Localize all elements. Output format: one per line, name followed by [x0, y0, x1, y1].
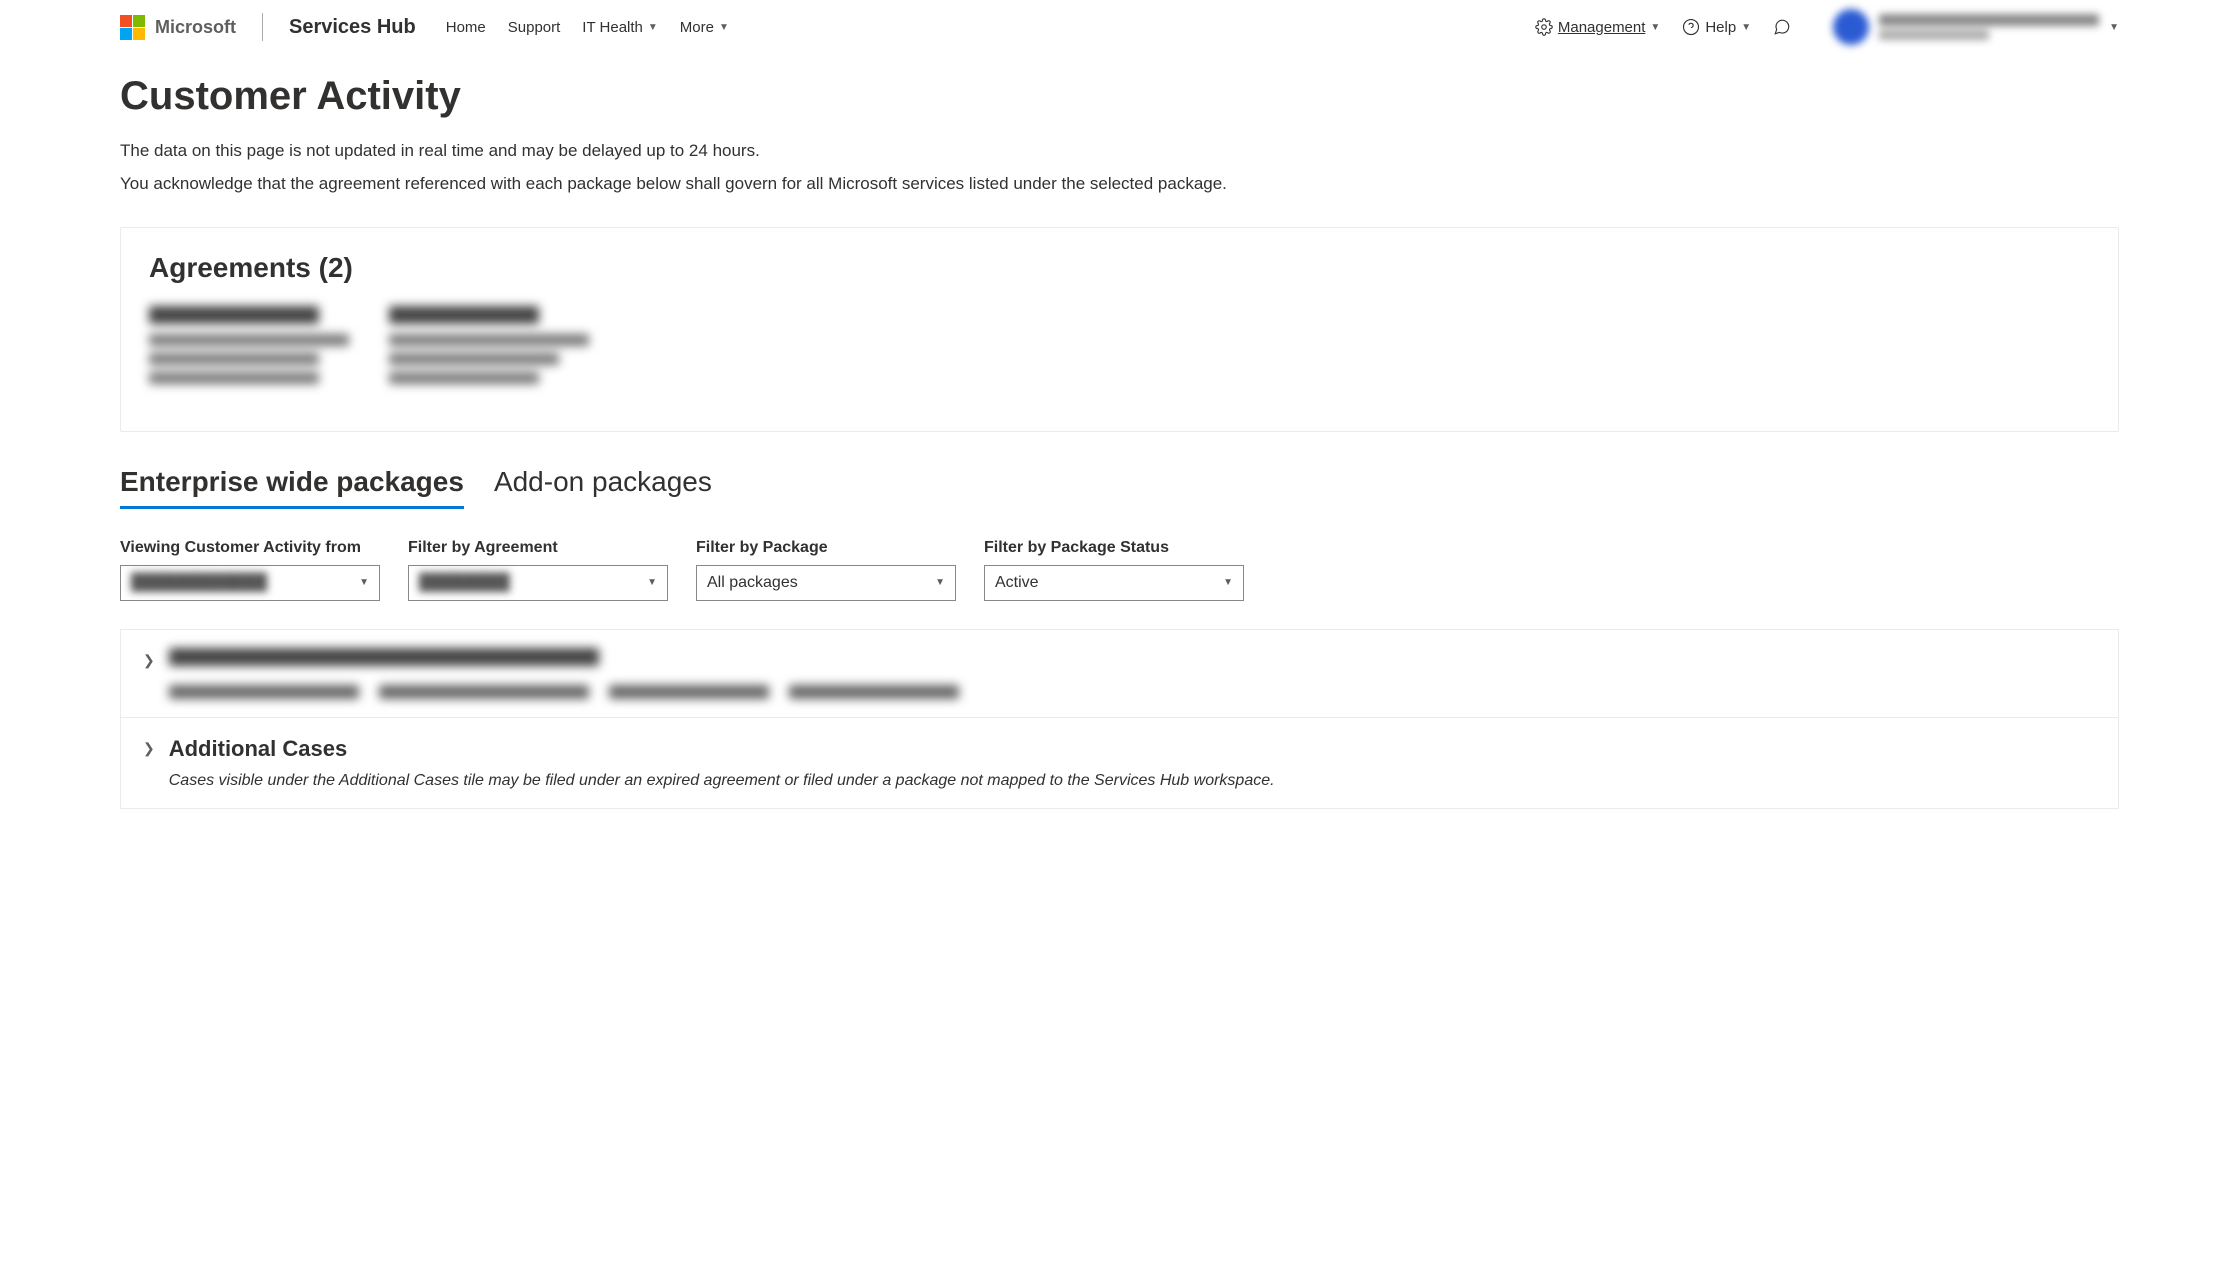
package-row-additional-cases: ❯ Additional Cases Cases visible under t… [121, 718, 2118, 808]
nav-home[interactable]: Home [446, 19, 486, 36]
filter-viewing-from: Viewing Customer Activity from █████████… [120, 539, 380, 601]
nav-it-health[interactable]: IT Health ▼ [582, 19, 658, 36]
tab-enterprise-packages[interactable]: Enterprise wide packages [120, 466, 464, 509]
filter-row: Viewing Customer Activity from █████████… [120, 539, 2119, 601]
additional-cases-note: Cases visible under the Additional Cases… [169, 772, 2096, 790]
global-header: Microsoft Services Hub Home Support IT H… [0, 0, 2239, 54]
page-title: Customer Activity [120, 74, 2119, 119]
nav-feedback[interactable] [1773, 18, 1791, 36]
chevron-down-icon: ▼ [2109, 22, 2119, 33]
chevron-right-icon[interactable]: ❯ [143, 740, 155, 757]
page-desc-1: The data on this page is not updated in … [120, 137, 2119, 166]
chevron-down-icon: ▼ [359, 577, 369, 588]
agreement-select[interactable]: ████████ ▼ [408, 565, 668, 601]
page-desc-2: You acknowledge that the agreement refer… [120, 170, 2119, 199]
filter-label: Filter by Package [696, 539, 956, 557]
package-tabs: Enterprise wide packages Add-on packages [120, 466, 2119, 509]
agreements-card: Agreements (2) [120, 227, 2119, 432]
microsoft-logo[interactable]: Microsoft [120, 15, 236, 40]
nav-help[interactable]: Help ▼ [1682, 18, 1751, 36]
chevron-down-icon: ▼ [648, 22, 658, 33]
filter-label: Viewing Customer Activity from [120, 539, 380, 557]
filter-label: Filter by Agreement [408, 539, 668, 557]
filter-by-status: Filter by Package Status Active ▼ [984, 539, 1244, 601]
nav-management[interactable]: Management ▼ [1535, 18, 1660, 36]
chevron-down-icon: ▼ [1223, 577, 1233, 588]
chevron-down-icon: ▼ [719, 22, 729, 33]
chevron-down-icon: ▼ [647, 577, 657, 588]
account-info-redacted [1879, 14, 2099, 40]
chevron-down-icon: ▼ [1650, 22, 1660, 33]
feedback-icon [1773, 18, 1791, 36]
filter-by-package: Filter by Package All packages ▼ [696, 539, 956, 601]
avatar [1833, 9, 1869, 45]
tab-addon-packages[interactable]: Add-on packages [494, 466, 712, 509]
agreement-item-redacted[interactable] [149, 306, 349, 391]
chevron-right-icon[interactable]: ❯ [143, 652, 155, 669]
package-list: ❯ ❯ Additional Cases Cases visible under… [120, 629, 2119, 809]
filter-by-agreement: Filter by Agreement ████████ ▼ [408, 539, 668, 601]
secondary-nav: Management ▼ Help ▼ ▼ [1535, 9, 2119, 45]
microsoft-brand-text: Microsoft [155, 17, 236, 38]
nav-support[interactable]: Support [508, 19, 561, 36]
gear-icon [1535, 18, 1553, 36]
package-select[interactable]: All packages ▼ [696, 565, 956, 601]
status-select[interactable]: Active ▼ [984, 565, 1244, 601]
package-row-redacted: ❯ [121, 630, 2118, 718]
help-icon [1682, 18, 1700, 36]
chevron-down-icon: ▼ [935, 577, 945, 588]
viewing-from-select[interactable]: ████████████ ▼ [120, 565, 380, 601]
page-body: Customer Activity The data on this page … [0, 54, 2239, 849]
nav-more[interactable]: More ▼ [680, 19, 729, 36]
additional-cases-title: Additional Cases [169, 736, 2096, 762]
header-divider [262, 13, 263, 41]
primary-nav: Home Support IT Health ▼ More ▼ [446, 19, 729, 36]
account-menu[interactable]: ▼ [1833, 9, 2119, 45]
agreements-card-title: Agreements (2) [149, 252, 2090, 284]
filter-label: Filter by Package Status [984, 539, 1244, 557]
chevron-down-icon: ▼ [1741, 22, 1751, 33]
app-title[interactable]: Services Hub [289, 16, 416, 39]
agreement-item-redacted[interactable] [389, 306, 589, 391]
microsoft-logo-icon [120, 15, 145, 40]
